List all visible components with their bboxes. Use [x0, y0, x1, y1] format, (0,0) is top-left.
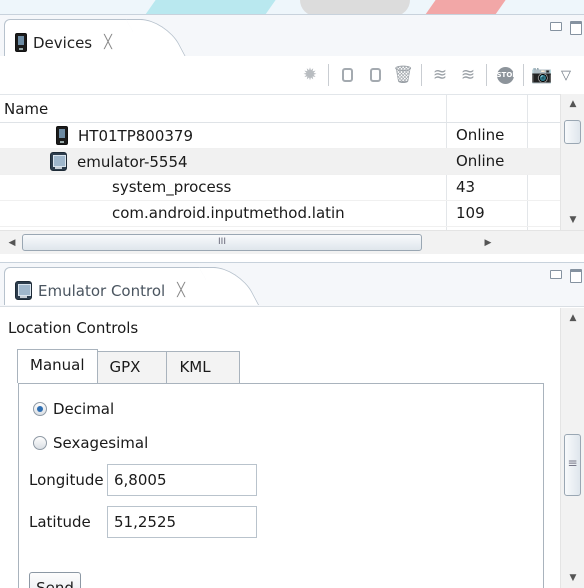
close-icon[interactable]: ╳ [104, 35, 112, 50]
screen-capture-icon[interactable]: 📷 [528, 62, 556, 88]
process-name: com.android.inputmethod.latin [112, 204, 345, 222]
gc-icon[interactable]: 🗑 [389, 62, 417, 88]
devices-tab-row: Devices ╳ [0, 14, 584, 57]
emulator-tab-row: Emulator Control ╳ [0, 262, 584, 306]
scroll-up-icon[interactable]: ▲ [561, 308, 584, 328]
tab-gpx[interactable]: GPX [96, 351, 168, 383]
table-row[interactable]: com.android.inputmethod.latin 109 [0, 201, 560, 227]
devices-toolbar: ✹ 🗑 ≋ ≋ STOP 📷 ▽ [0, 56, 584, 94]
sexagesimal-radio-option[interactable]: Sexagesimal [33, 434, 148, 452]
scroll-right-icon[interactable]: ▶ [478, 231, 498, 255]
threads-icon[interactable]: ≋ [426, 62, 454, 88]
devices-vertical-scrollbar[interactable]: ▲ ▼ [560, 94, 584, 230]
emulator-control-panel: Location Controls Manual GPX KML Decimal… [0, 306, 584, 588]
device-status: Online [456, 152, 505, 170]
emulator-device-icon [50, 152, 67, 171]
devices-horizontal-scrollbar[interactable]: ◀ III ▶ [0, 230, 584, 254]
scroll-thumb[interactable]: III [22, 234, 422, 251]
table-header: Name [0, 95, 560, 123]
sexagesimal-label: Sexagesimal [53, 434, 149, 452]
view-menu-icon[interactable]: ▽ [556, 62, 576, 88]
phone-device-icon [56, 126, 68, 145]
process-pid: 43 [456, 178, 476, 196]
emulator-icon [15, 281, 32, 300]
minimize-icon[interactable] [550, 270, 562, 279]
table-row[interactable]: HT01TP800379 Online [0, 123, 560, 149]
radio-selected-icon[interactable] [33, 402, 47, 416]
latitude-field[interactable] [107, 506, 257, 538]
longitude-label: Longitude [29, 471, 104, 489]
heap-dump-icon[interactable] [361, 62, 389, 88]
thread-update-icon[interactable]: ≋ [454, 62, 482, 88]
devices-tab-title: Devices [33, 33, 93, 52]
heap-icon[interactable] [333, 62, 361, 88]
device-name: emulator-5554 [77, 152, 188, 171]
scroll-thumb[interactable] [564, 120, 581, 144]
maximize-icon[interactable] [570, 269, 582, 283]
maximize-icon[interactable] [570, 21, 582, 35]
scroll-thumb[interactable]: ≡ [564, 434, 581, 496]
radio-unselected-icon[interactable] [33, 436, 47, 450]
process-pid: 109 [456, 204, 485, 222]
toolbar-separator [421, 64, 422, 86]
device-name: HT01TP800379 [78, 126, 193, 145]
devices-view-tab[interactable]: Devices ╳ [4, 19, 187, 57]
toolbar-separator [486, 64, 487, 86]
send-button[interactable]: Send [29, 572, 81, 588]
location-tabs: Manual GPX KML [17, 349, 240, 383]
scroll-down-icon[interactable]: ▼ [561, 210, 584, 230]
longitude-field[interactable] [107, 464, 257, 496]
close-icon[interactable]: ╳ [177, 283, 185, 298]
tab-manual[interactable]: Manual [17, 349, 98, 383]
emulator-tab-title: Emulator Control [38, 281, 166, 300]
device-status: Online [456, 126, 505, 144]
minimize-icon[interactable] [550, 22, 562, 31]
table-row[interactable]: emulator-5554 Online [0, 149, 560, 175]
stop-process-icon[interactable]: STOP [491, 62, 519, 88]
scroll-up-icon[interactable]: ▲ [561, 94, 584, 114]
process-name: system_process [112, 178, 232, 196]
scroll-down-icon[interactable]: ▼ [561, 568, 584, 588]
latitude-label: Latitude [29, 513, 91, 531]
scroll-left-icon[interactable]: ◀ [2, 231, 22, 255]
emulator-control-view-tab[interactable]: Emulator Control ╳ [4, 267, 260, 305]
toolbar-separator [328, 64, 329, 86]
debug-icon[interactable]: ✹ [296, 62, 324, 88]
toolbar-separator [523, 64, 524, 86]
table-row[interactable]: system_process 43 [0, 175, 560, 201]
name-column-header[interactable]: Name [4, 100, 48, 118]
manual-tab-panel: Decimal Sexagesimal Longitude Latitude S… [18, 383, 544, 588]
latitude-row: Latitude [29, 506, 257, 538]
emulator-window-controls [550, 269, 582, 283]
longitude-row: Longitude [29, 464, 257, 496]
devices-table: Name HT01TP800379 Online emulator-5554 O… [0, 94, 560, 230]
device-icon [15, 33, 27, 52]
emulator-vertical-scrollbar[interactable]: ▲ ≡ ▼ [560, 308, 584, 588]
devices-window-controls [550, 21, 582, 35]
location-controls-title: Location Controls [8, 319, 139, 337]
tab-kml[interactable]: KML [166, 351, 240, 383]
decimal-label: Decimal [53, 400, 115, 418]
decimal-radio-option[interactable]: Decimal [33, 400, 114, 418]
